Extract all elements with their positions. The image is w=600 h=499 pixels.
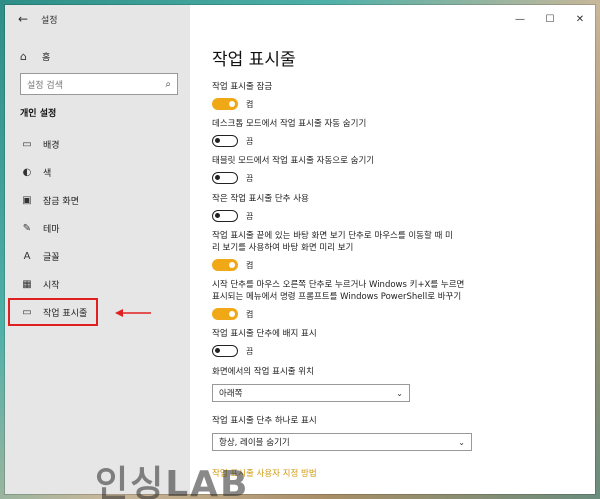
setting-title: 태블릿 모드에서 작업 표시줄 자동으로 숨기기 — [212, 156, 375, 166]
image-icon: ▭ — [22, 138, 32, 150]
small-buttons-toggle[interactable] — [212, 210, 238, 222]
setting-location: 화면에서의 작업 표시줄 위치 아래쪽 ⌄ — [212, 366, 410, 402]
start-icon: ▦ — [22, 278, 32, 290]
setting-powershell: 시작 단추를 마우스 오른쪽 단추로 누르거나 Windows 키+X를 누르면… — [212, 279, 572, 320]
red-arrow-annotation — [115, 309, 151, 317]
setting-title: 작업 표시줄 단추 하나로 표시 — [212, 416, 317, 426]
watermark-logo: 인싱LAB — [95, 464, 250, 499]
title-bar: ← 설정 — [5, 5, 190, 33]
sidebar-item-label: 작업 표시줄 — [43, 308, 88, 319]
chevron-down-icon: ⌄ — [458, 437, 465, 447]
minimize-icon[interactable]: — — [505, 5, 535, 33]
font-icon: A — [23, 250, 31, 262]
home-label: 홈 — [42, 52, 51, 63]
setting-small-buttons: 작은 작업 표시줄 단추 사용 끔 — [212, 193, 572, 222]
setting-lock-taskbar: 작업 표시줄 잠금 켬 — [212, 81, 572, 110]
setting-title: 작업 표시줄 잠금 — [212, 82, 273, 92]
toggle-state: 켬 — [246, 260, 254, 270]
powershell-toggle[interactable] — [212, 308, 238, 320]
sidebar-item-label: 글꼴 — [43, 252, 60, 263]
toggle-state: 끔 — [246, 211, 254, 221]
setting-title: 데스크톱 모드에서 작업 표시줄 자동 숨기기 — [212, 119, 367, 129]
setting-title: 리 보기를 사용하여 바탕 화면 미리 보기 — [212, 243, 354, 253]
toggle-state: 켬 — [246, 99, 254, 109]
maximize-icon[interactable]: ☐ — [535, 5, 565, 33]
dropdown-value: 항상, 레이블 숨기기 — [219, 438, 290, 448]
search-input[interactable]: 설정 검색 ⌕ — [20, 73, 178, 95]
sidebar-item-label: 잠금 화면 — [43, 196, 79, 207]
setting-combine: 작업 표시줄 단추 하나로 표시 항상, 레이블 숨기기 ⌄ — [212, 415, 472, 451]
close-icon[interactable]: ✕ — [565, 5, 595, 33]
settings-window: ← 설정 ⌂ 홈 설정 검색 ⌕ 개인 설정 ▭ 배경 ◐ 색 ▣ 잠금 화면 — [5, 5, 595, 494]
toggle-state: 끔 — [246, 136, 254, 146]
sidebar-item-taskbar[interactable]: ▭ 작업 표시줄 — [8, 298, 98, 326]
back-arrow-icon[interactable]: ← — [5, 5, 41, 33]
toggle-state: 끔 — [246, 346, 254, 356]
section-title: 개인 설정 — [20, 109, 57, 119]
dropdown-value: 아래쪽 — [219, 389, 243, 399]
search-placeholder: 설정 검색 — [27, 80, 63, 91]
lock-taskbar-toggle[interactable] — [212, 98, 238, 110]
setting-peek: 작업 표시줄 끝에 있는 바탕 화면 보기 단추로 마우스를 이동할 때 미 리… — [212, 230, 572, 271]
home-icon: ⌂ — [20, 49, 27, 63]
sidebar-item-label: 테마 — [43, 224, 60, 235]
toggle-state: 켬 — [246, 309, 254, 319]
peek-toggle[interactable] — [212, 259, 238, 271]
sidebar-nav: ▭ 배경 ◐ 색 ▣ 잠금 화면 ✎ 테마 A 글꼴 ▦ 시작 ▭ 작업 표시줄 — [5, 130, 190, 326]
setting-title: 시작 단추를 마우스 오른쪽 단추로 누르거나 Windows 키+X를 누르면 — [212, 280, 465, 290]
toggle-state: 끔 — [246, 173, 254, 183]
location-dropdown[interactable]: 아래쪽 ⌄ — [212, 384, 410, 402]
sidebar-item-lock-screen[interactable]: ▣ 잠금 화면 — [5, 186, 190, 214]
sidebar: ← 설정 ⌂ 홈 설정 검색 ⌕ 개인 설정 ▭ 배경 ◐ 색 ▣ 잠금 화면 — [5, 5, 190, 494]
sidebar-item-label: 색 — [43, 168, 52, 179]
setting-autohide-desktop: 데스크톱 모드에서 작업 표시줄 자동 숨기기 끔 — [212, 118, 572, 147]
lock-screen-icon: ▣ — [22, 194, 32, 206]
setting-title: 작은 작업 표시줄 단추 사용 — [212, 194, 309, 204]
palette-icon: ◐ — [22, 166, 32, 178]
main-content: — ☐ ✕ 작업 표시줄 작업 표시줄 잠금 켬 데스크톱 모드에서 작업 표시… — [190, 5, 595, 494]
setting-title: 표시되는 메뉴에서 명령 프롬프트를 Windows PowerShell로 바… — [212, 292, 462, 302]
combine-dropdown[interactable]: 항상, 레이블 숨기기 ⌄ — [212, 433, 472, 451]
sidebar-item-label: 배경 — [43, 140, 60, 151]
badges-toggle[interactable] — [212, 345, 238, 357]
sidebar-item-label: 시작 — [43, 280, 60, 291]
taskbar-icon: ▭ — [22, 306, 32, 318]
setting-badges: 작업 표시줄 단추에 배지 표시 끔 — [212, 328, 572, 357]
sidebar-item-background[interactable]: ▭ 배경 — [5, 130, 190, 158]
sidebar-item-fonts[interactable]: A 글꼴 — [5, 242, 190, 270]
setting-title: 작업 표시줄 끝에 있는 바탕 화면 보기 단추로 마우스를 이동할 때 미 — [212, 231, 453, 241]
setting-title: 화면에서의 작업 표시줄 위치 — [212, 367, 314, 377]
page-title: 작업 표시줄 — [212, 50, 296, 70]
search-icon: ⌕ — [165, 78, 171, 90]
app-title: 설정 — [41, 15, 58, 26]
brush-icon: ✎ — [22, 222, 32, 234]
sidebar-item-start[interactable]: ▦ 시작 — [5, 270, 190, 298]
sidebar-item-color[interactable]: ◐ 색 — [5, 158, 190, 186]
setting-title: 작업 표시줄 단추에 배지 표시 — [212, 329, 317, 339]
chevron-down-icon: ⌄ — [396, 388, 403, 398]
autohide-tablet-toggle[interactable] — [212, 172, 238, 184]
autohide-desktop-toggle[interactable] — [212, 135, 238, 147]
home-item[interactable]: ⌂ 홈 — [5, 45, 190, 67]
setting-autohide-tablet: 태블릿 모드에서 작업 표시줄 자동으로 숨기기 끔 — [212, 155, 572, 184]
sidebar-item-theme[interactable]: ✎ 테마 — [5, 214, 190, 242]
window-controls: — ☐ ✕ — [505, 5, 595, 33]
